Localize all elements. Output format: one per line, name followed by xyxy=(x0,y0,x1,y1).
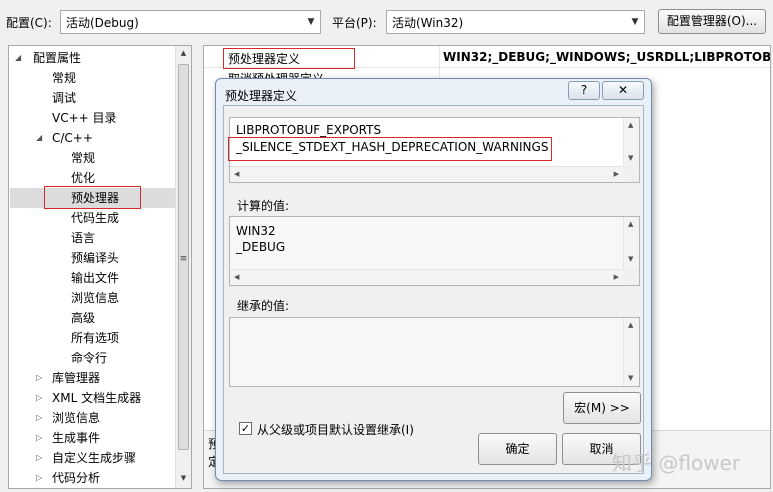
chevron-down-icon[interactable]: ▼ xyxy=(626,11,644,33)
definition-line: LIBPROTOBUF_EXPORTS xyxy=(236,123,382,137)
highlight-box xyxy=(44,186,141,209)
tree-item-command-line[interactable]: 命令行 xyxy=(71,348,107,368)
tree-item-output-files[interactable]: 输出文件 xyxy=(71,268,119,288)
config-select[interactable]: 活动(Debug) ▼ xyxy=(60,10,321,34)
collapsed-icon[interactable]: ▷ xyxy=(36,428,42,448)
tree-item-optimization[interactable]: 优化 xyxy=(71,168,95,188)
close-button[interactable]: ✕ xyxy=(602,81,644,100)
tree-item-language[interactable]: 语言 xyxy=(71,228,95,248)
platform-label: 平台(P): xyxy=(332,16,377,30)
tree-item-xml-doc[interactable]: ▷ XML 文档生成器 xyxy=(36,388,141,408)
tree-item-debug[interactable]: 调试 xyxy=(52,88,76,108)
textarea-scrollbar[interactable]: ▲ ▼ xyxy=(623,118,639,166)
tree-scrollbar[interactable]: ▲ ≡ ▼ xyxy=(175,46,191,488)
tree-item-all-options[interactable]: 所有选项 xyxy=(71,328,119,348)
tree-item-label: 生成事件 xyxy=(52,431,101,445)
computed-values-label: 计算的值: xyxy=(237,199,290,213)
help-button[interactable]: ? xyxy=(568,81,600,100)
preprocessor-definitions-dialog: 预处理器定义 ? ✕ LIBPROTOBUF_EXPORTS _SILENCE_… xyxy=(215,78,652,481)
inherited-values-box: ▲ ▼ xyxy=(229,317,640,387)
textarea-hscrollbar[interactable]: ◀ ▶ xyxy=(230,166,623,182)
config-select-value: 活动(Debug) xyxy=(66,16,139,30)
computed-values-box: WIN32 _DEBUG ▲ ▼ ◀ ▶ xyxy=(229,216,640,286)
collapsed-icon[interactable]: ▷ xyxy=(36,448,42,468)
tree-item-browse-info-2[interactable]: ▷ 浏览信息 xyxy=(36,408,100,428)
tree-item-codegen[interactable]: 代码生成 xyxy=(71,208,119,228)
collapsed-icon[interactable]: ▷ xyxy=(36,388,42,408)
watermark: 知乎 @flower xyxy=(612,451,741,475)
tree-item-label: 代码分析 xyxy=(52,471,101,485)
platform-select[interactable]: 活动(Win32) ▼ xyxy=(386,10,645,34)
expanded-icon[interactable]: ◢ xyxy=(36,128,42,148)
scroll-down-icon[interactable]: ▼ xyxy=(628,154,633,162)
scroll-left-icon[interactable]: ◀ xyxy=(234,273,239,281)
tree-item-browse-info[interactable]: 浏览信息 xyxy=(71,288,119,308)
grip-icon: ≡ xyxy=(179,254,188,264)
scroll-right-icon[interactable]: ▶ xyxy=(614,273,619,281)
tree-item-general[interactable]: 常规 xyxy=(52,68,76,88)
scroll-right-icon[interactable]: ▶ xyxy=(614,170,619,178)
dialog-title: 预处理器定义 xyxy=(225,89,298,103)
computed-scrollbar[interactable]: ▲ ▼ xyxy=(623,217,639,269)
tree-item-cpp-general[interactable]: 常规 xyxy=(71,148,95,168)
scroll-up-icon[interactable]: ▲ xyxy=(628,321,633,329)
chevron-down-icon[interactable]: ▼ xyxy=(302,11,320,33)
inherited-scrollbar[interactable]: ▲ ▼ xyxy=(623,318,639,386)
inherited-values-label: 继承的值: xyxy=(237,299,290,313)
tree-item-label: 浏览信息 xyxy=(52,411,101,425)
tree-item-code-analysis[interactable]: ▷ 代码分析 xyxy=(36,468,100,488)
scroll-corner xyxy=(623,269,639,285)
property-tree[interactable]: ◢ 配置属性 常规 调试 VC++ 目录 ◢ C/C++ 常规 优化 预处理器 … xyxy=(8,45,192,489)
tree-item-vc-dirs[interactable]: VC++ 目录 xyxy=(52,108,117,128)
config-manager-button[interactable]: 配置管理器(O)... xyxy=(658,9,766,34)
tree-item-advanced[interactable]: 高级 xyxy=(71,308,95,328)
help-icon: ? xyxy=(580,83,588,97)
tree-item-label: 自定义生成步骤 xyxy=(52,451,137,465)
inherit-checkbox[interactable]: ✓ xyxy=(239,422,252,435)
scroll-down-icon[interactable]: ▼ xyxy=(176,474,191,482)
ok-button[interactable]: 确定 xyxy=(478,433,557,465)
collapsed-icon[interactable]: ▷ xyxy=(36,368,42,388)
macro-button[interactable]: 宏(M) >> xyxy=(563,392,641,424)
tree-item-librarian[interactable]: ▷ 库管理器 xyxy=(36,368,100,388)
scroll-corner xyxy=(623,166,639,182)
scroll-down-icon[interactable]: ▼ xyxy=(628,374,633,382)
highlight-box xyxy=(228,137,552,161)
check-icon: ✓ xyxy=(240,422,251,435)
platform-select-value: 活动(Win32) xyxy=(392,16,464,30)
scroll-up-icon[interactable]: ▲ xyxy=(628,220,633,228)
config-label: 配置(C): xyxy=(6,16,52,30)
tree-item-label: 配置属性 xyxy=(33,51,82,65)
tree-item-label: XML 文档生成器 xyxy=(52,391,142,405)
scroll-left-icon[interactable]: ◀ xyxy=(234,170,239,178)
scroll-up-icon[interactable]: ▲ xyxy=(628,121,633,129)
tree-item-label: C/C++ xyxy=(52,131,93,145)
computed-hscrollbar[interactable]: ◀ ▶ xyxy=(230,269,623,285)
tree-item-label: 库管理器 xyxy=(52,371,101,385)
scroll-down-icon[interactable]: ▼ xyxy=(628,255,633,263)
tree-item-build-events[interactable]: ▷ 生成事件 xyxy=(36,428,100,448)
inherit-checkbox-label[interactable]: 从父级或项目默认设置继承(I) xyxy=(257,421,414,438)
collapsed-icon[interactable]: ▷ xyxy=(36,408,42,428)
property-value[interactable]: WIN32;_DEBUG;_WINDOWS;_USRDLL;LIBPROTOBU… xyxy=(443,50,770,64)
computed-value-line: _DEBUG xyxy=(236,240,286,254)
tree-item-config-props[interactable]: ◢ 配置属性 xyxy=(15,48,81,68)
expanded-icon[interactable]: ◢ xyxy=(15,48,21,68)
scroll-up-icon[interactable]: ▲ xyxy=(176,49,191,57)
tree-item-cpp[interactable]: ◢ C/C++ xyxy=(36,128,93,148)
dialog-body: LIBPROTOBUF_EXPORTS _SILENCE_STDEXT_HASH… xyxy=(223,105,644,474)
tree-item-custom-build[interactable]: ▷ 自定义生成步骤 xyxy=(36,448,136,468)
collapsed-icon[interactable]: ▷ xyxy=(36,468,42,488)
close-icon: ✕ xyxy=(617,83,629,97)
highlight-box xyxy=(223,48,355,69)
tree-item-pch[interactable]: 预编译头 xyxy=(71,248,119,268)
computed-value-line: WIN32 xyxy=(236,224,276,238)
